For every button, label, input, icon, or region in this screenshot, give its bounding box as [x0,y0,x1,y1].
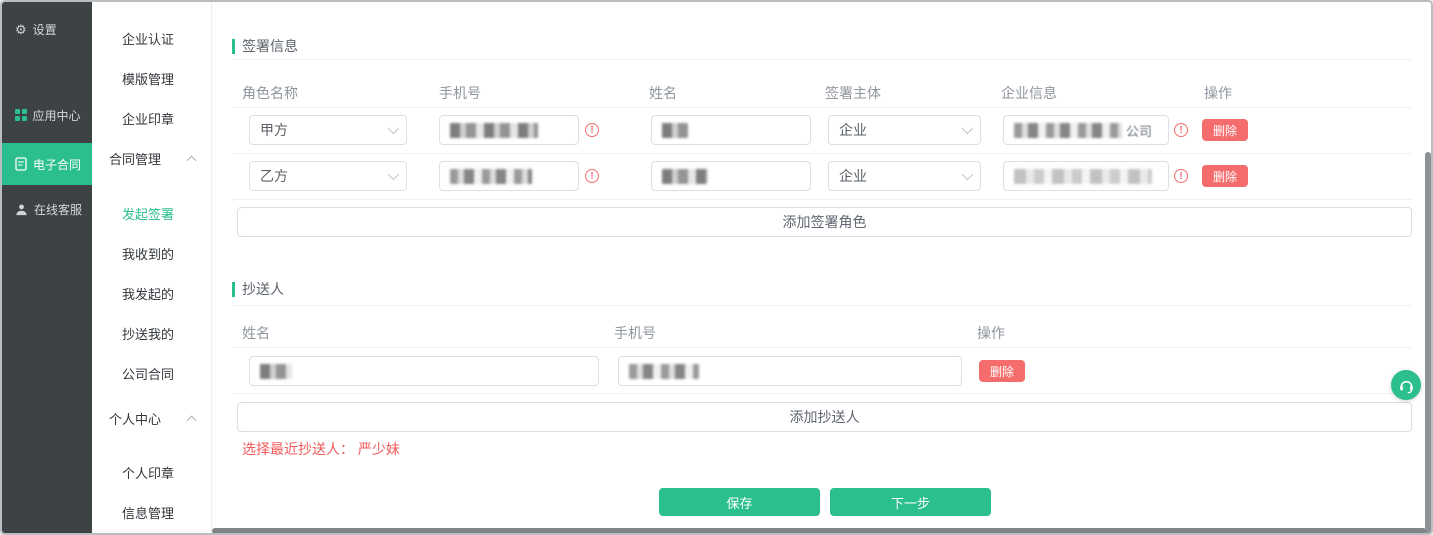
menu-item-info-mgmt[interactable]: 信息管理 [122,504,174,524]
redacted-name [662,169,708,184]
delete-row1-button[interactable]: 删除 [1202,119,1248,141]
divider [232,199,1412,200]
chevron-down-icon [388,123,399,134]
gear-icon: ⚙ [15,23,27,36]
sidebar-item-label: 在线客服 [34,201,82,218]
section-title-text: 抄送人 [242,279,284,299]
name-input-row2[interactable] [651,161,811,191]
menu-group-label: 个人中心 [109,412,161,427]
company-input-row2[interactable] [1003,161,1169,191]
company-suffix: 公司 [1126,121,1152,140]
menu-item-template-mgmt[interactable]: 模版管理 [122,70,174,90]
sidebar-item-online-service[interactable]: 在线客服 [2,189,92,229]
redacted-phone [450,123,538,138]
col-header-action: 操作 [1204,83,1232,103]
warning-icon: ! [1174,123,1188,137]
main-content: 签署信息 角色名称 手机号 姓名 签署主体 企业信息 操作 甲方 ! 企业 公司… [212,2,1431,533]
person-icon [15,203,28,216]
warning-icon: ! [1174,169,1188,183]
company-input-row1[interactable]: 公司 [1003,115,1169,145]
add-sign-role-button[interactable]: 添加签署角色 [237,207,1412,237]
chevron-up-icon [187,156,197,166]
divider [232,59,1412,60]
headset-icon [1398,377,1415,394]
name-input-row1[interactable] [651,115,811,145]
recent-cc-hint[interactable]: 选择最近抄送人： 严少妹 [242,439,400,459]
sidebar-item-app-center[interactable]: 应用中心 [2,95,92,135]
cc-section-title: 抄送人 [232,279,284,299]
horizontal-scrollbar[interactable] [212,528,1426,534]
secondary-sidebar: 企业认证 模版管理 企业印章 合同管理 发起签署 我收到的 我发起的 抄送我的 … [92,2,212,533]
cc-phone-input[interactable] [618,356,962,386]
menu-item-initiate-sign[interactable]: 发起签署 [122,205,174,225]
customer-service-fab[interactable] [1391,370,1421,400]
phone-input-row2[interactable] [439,161,579,191]
cc-delete-button[interactable]: 删除 [979,360,1025,382]
next-step-button[interactable]: 下一步 [830,488,991,516]
primary-sidebar: ⚙ 设置 应用中心 电子合同 在线客服 [2,2,92,533]
col-header-subject: 签署主体 [825,83,881,103]
cc-col-header-action: 操作 [977,323,1005,343]
menu-item-personal-seal[interactable]: 个人印章 [122,464,174,484]
vertical-scrollbar[interactable] [1425,152,1431,535]
add-cc-button[interactable]: 添加抄送人 [237,402,1412,432]
col-header-company: 企业信息 [1001,83,1057,103]
col-header-name: 姓名 [649,83,677,103]
save-button[interactable]: 保存 [659,488,820,516]
menu-item-received[interactable]: 我收到的 [122,245,174,265]
divider [232,393,1412,394]
menu-item-cc-to-me[interactable]: 抄送我的 [122,325,174,345]
role-select-value: 甲方 [260,120,288,140]
subject-select-row2[interactable]: 企业 [828,161,981,191]
sidebar-item-label: 电子合同 [33,156,81,173]
subject-select-value: 企业 [839,120,867,140]
title-accent-bar [232,39,235,54]
menu-item-enterprise-seal[interactable]: 企业印章 [122,110,174,130]
col-header-phone: 手机号 [439,83,481,103]
section-title-text: 签署信息 [242,36,298,56]
app-window: ⚙ 设置 应用中心 电子合同 在线客服 企业认证 模版管理 企业印章 合同管理 [0,0,1433,535]
menu-group-personal-center[interactable]: 个人中心 [109,410,161,430]
title-accent-bar [232,282,235,297]
divider [232,347,1412,348]
redacted-name [260,364,292,379]
chevron-down-icon [962,123,973,134]
menu-item-initiated[interactable]: 我发起的 [122,285,174,305]
divider [232,153,1412,154]
menu-item-company-contracts[interactable]: 公司合同 [122,365,174,385]
delete-row2-button[interactable]: 删除 [1202,165,1248,187]
menu-item-enterprise-auth[interactable]: 企业认证 [122,30,174,50]
subject-select-value: 企业 [839,166,867,186]
cc-col-header-phone: 手机号 [614,323,656,343]
redacted-company [1014,123,1122,138]
chevron-down-icon [388,169,399,180]
role-select-value: 乙方 [260,166,288,186]
redacted-company [1014,169,1152,184]
divider [232,305,1412,306]
grid-icon [15,109,27,121]
chevron-up-icon [187,416,197,426]
document-icon [15,157,27,171]
menu-group-label: 合同管理 [109,152,161,167]
chevron-down-icon [962,169,973,180]
warning-icon: ! [585,123,599,137]
phone-input-row1[interactable] [439,115,579,145]
sidebar-item-label: 应用中心 [33,107,81,124]
cc-col-header-name: 姓名 [242,323,270,343]
redacted-phone [629,364,699,379]
sidebar-item-e-contract[interactable]: 电子合同 [2,143,92,185]
col-header-role: 角色名称 [242,83,298,103]
warning-icon: ! [585,169,599,183]
redacted-phone [450,169,532,184]
sign-section-title: 签署信息 [232,36,298,56]
sidebar-item-label: 设置 [33,21,57,38]
divider [232,107,1412,108]
menu-group-contract-mgmt[interactable]: 合同管理 [109,150,161,170]
redacted-name [662,123,688,138]
subject-select-row1[interactable]: 企业 [828,115,981,145]
cc-name-input[interactable] [249,356,599,386]
role-select-row1[interactable]: 甲方 [249,115,407,145]
role-select-row2[interactable]: 乙方 [249,161,407,191]
sidebar-item-settings[interactable]: ⚙ 设置 [2,9,92,49]
